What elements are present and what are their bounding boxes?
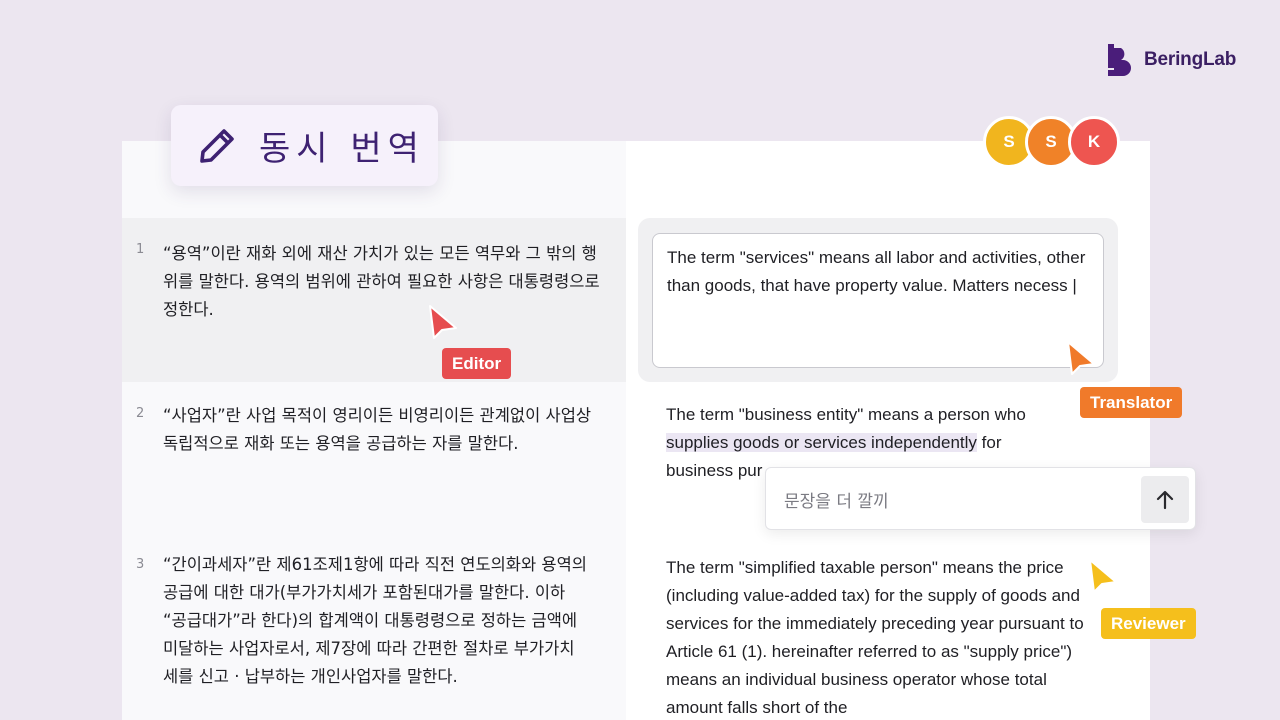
beringlab-logo-icon (1108, 44, 1131, 76)
brand-name: BeringLab (1144, 49, 1237, 70)
target-line: The term "business entity" means a perso… (666, 405, 1026, 424)
refine-prompt-box (765, 467, 1196, 530)
segment-number: 2 (136, 406, 145, 421)
target-text: for (976, 433, 1002, 452)
brand-logo[interactable]: BeringLab (1106, 44, 1236, 76)
source-segment-2[interactable]: “사업자”란 사업 목적이 영리이든 비영리이든 관계없이 사업상 독립적으로 … (163, 402, 593, 458)
source-segment-3[interactable]: “간이과세자”란 제61조제1항에 따라 직전 연도의화와 용역의 공급에 대한… (163, 551, 588, 691)
mode-title: 동시 번역 (259, 129, 425, 169)
pencil-icon (200, 128, 234, 163)
avatar[interactable]: K (1068, 116, 1120, 168)
arrow-up-icon (1156, 490, 1174, 509)
source-segment-1[interactable]: “용역”이란 재화 외에 재산 가치가 있는 모든 역무와 그 밖의 행위를 말… (163, 240, 603, 324)
selected-text[interactable]: supplies goods or services independently (666, 433, 977, 452)
target-line: supplies goods or services independently… (666, 429, 1096, 457)
send-button[interactable] (1141, 476, 1189, 523)
avatar-initial: K (1087, 132, 1101, 151)
translator-tag: Translator (1080, 387, 1183, 418)
editor-cursor-icon (429, 305, 457, 339)
translator-cursor-icon (1067, 341, 1095, 375)
avatar-initial: S (1003, 132, 1015, 151)
avatar-initial: S (1045, 132, 1057, 151)
refine-prompt-input[interactable] (784, 486, 1114, 512)
reviewer-tag: Reviewer (1101, 608, 1196, 639)
target-editor-1[interactable]: The term "services" means all labor and … (652, 233, 1104, 368)
segment-number: 3 (136, 557, 145, 572)
mode-badge: 동시 번역 (171, 105, 438, 186)
segment-number: 1 (136, 242, 145, 257)
target-segment-3[interactable]: The term "simplified taxable person" mea… (666, 554, 1086, 720)
reviewer-cursor-icon (1089, 559, 1117, 593)
editor-tag: Editor (442, 348, 512, 379)
